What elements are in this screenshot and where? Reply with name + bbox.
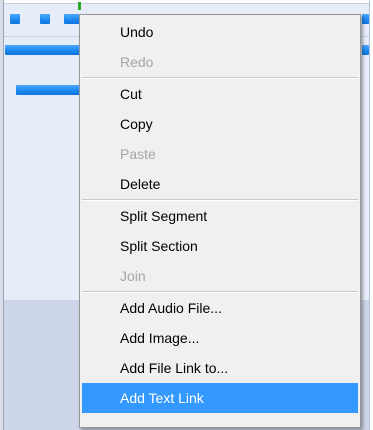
menu-item-redo: Redo <box>120 54 154 70</box>
menu-item-delete[interactable]: Delete <box>82 169 358 199</box>
menu-item-add-file-link-to[interactable]: Add File Link to... <box>82 353 358 383</box>
menu-item-add-audio-file[interactable]: Add Audio File... <box>82 293 358 323</box>
right-window-frame <box>369 0 373 430</box>
timeline-segment[interactable] <box>10 14 20 24</box>
menu-item-paste: Paste <box>120 146 156 162</box>
menu-item-join: Join <box>120 268 146 284</box>
menu-item-undo[interactable]: Undo <box>82 17 358 47</box>
timeline-segment[interactable] <box>16 85 82 95</box>
top-ruler-strip <box>0 0 373 4</box>
menu-item-add-image[interactable]: Add Image... <box>82 323 358 353</box>
menu-item-add-text-link[interactable]: Add Text Link <box>82 383 358 413</box>
playhead-marker[interactable] <box>78 2 81 10</box>
timeline-segment[interactable] <box>362 45 369 55</box>
menu-item-cut[interactable]: Cut <box>82 79 358 109</box>
timeline-segment[interactable] <box>362 14 369 24</box>
timeline-segment[interactable] <box>40 14 50 24</box>
left-window-frame <box>0 0 4 430</box>
menu-item-split-segment[interactable]: Split Segment <box>82 201 358 231</box>
menu-item-split-section[interactable]: Split Section <box>82 231 358 261</box>
menu-item-copy[interactable]: Copy <box>82 109 358 139</box>
context-menu: Undo Redo Cut Copy Paste Delete Split Segment S… <box>79 14 361 428</box>
timeline-segment[interactable] <box>5 45 83 55</box>
